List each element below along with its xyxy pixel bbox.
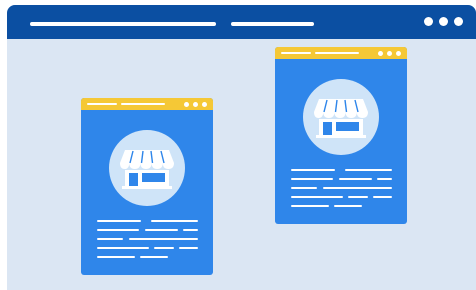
text-placeholder-line: [291, 169, 335, 171]
store-card-right[interactable]: [275, 47, 407, 224]
text-placeholder-line: [323, 187, 392, 189]
header-dot-icon: [387, 50, 392, 56]
menu-dot-icon[interactable]: [454, 17, 463, 26]
icon-circle: [109, 130, 185, 206]
text-placeholder-line: [345, 169, 392, 171]
header-dot-icon: [396, 50, 401, 56]
header-placeholder-line: [315, 52, 359, 54]
title-bar: [7, 5, 476, 39]
icon-circle: [303, 79, 379, 155]
text-placeholder-line: [377, 178, 392, 180]
tab-placeholder-line: [231, 22, 314, 26]
text-placeholder-line: [291, 187, 317, 189]
header-dot-icon: [184, 101, 189, 107]
header-dot-icon: [378, 50, 383, 56]
text-placeholder-line: [339, 178, 372, 180]
menu-dot-icon[interactable]: [439, 17, 448, 26]
menu-dot-icon[interactable]: [424, 17, 433, 26]
page: { "theme": { "window_background": "#dbe6…: [0, 0, 476, 290]
text-placeholder-line: [154, 247, 174, 249]
text-placeholder-line: [97, 220, 141, 222]
text-placeholder-line: [291, 178, 333, 180]
card-header: [81, 98, 213, 110]
text-placeholder-line: [97, 238, 123, 240]
header-placeholder-line: [281, 52, 311, 54]
browser-window: [7, 5, 476, 290]
text-placeholder-line: [291, 205, 329, 207]
storefront-icon: [120, 150, 174, 189]
text-placeholder-line: [291, 196, 343, 198]
card-header: [275, 47, 407, 59]
text-placeholder-line: [179, 247, 198, 249]
text-placeholder-line: [151, 220, 198, 222]
header-dot-icon: [202, 101, 207, 107]
text-placeholder-line: [334, 205, 362, 207]
header-placeholder-line: [87, 103, 117, 105]
text-placeholder-line: [97, 229, 139, 231]
title-placeholder-line: [30, 22, 216, 26]
text-placeholder-line: [97, 256, 135, 258]
header-placeholder-line: [121, 103, 165, 105]
text-placeholder-line: [348, 196, 368, 198]
text-placeholder-line: [373, 196, 392, 198]
text-placeholder-line: [140, 256, 168, 258]
storefront-icon: [314, 99, 368, 138]
text-placeholder-line: [145, 229, 178, 231]
text-placeholder-line: [183, 229, 198, 231]
header-dot-icon: [193, 101, 198, 107]
text-placeholder-line: [97, 247, 149, 249]
store-card-left[interactable]: [81, 98, 213, 275]
text-placeholder-line: [129, 238, 198, 240]
